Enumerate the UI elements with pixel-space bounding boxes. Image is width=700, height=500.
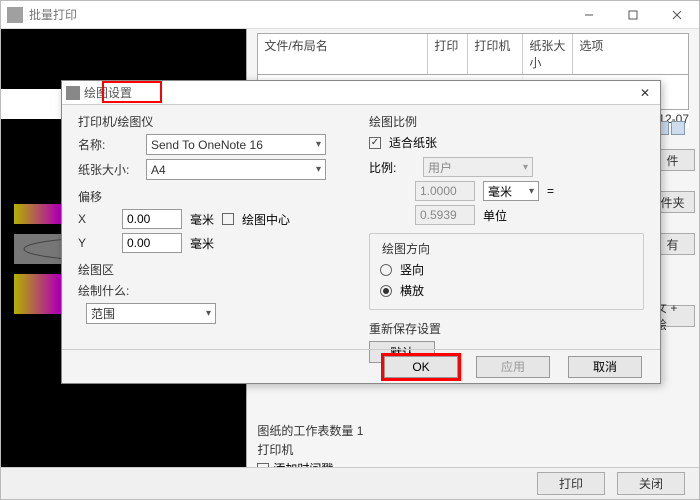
close-button[interactable] (655, 1, 699, 29)
center-checkbox[interactable] (222, 213, 234, 225)
orient-legend: 绘图方向 (380, 240, 432, 257)
ok-button[interactable]: OK (384, 356, 458, 378)
th-printer[interactable]: 打印机 (468, 34, 523, 74)
offset-group-label: 偏移 (78, 188, 353, 205)
minimize-button[interactable] (567, 1, 611, 29)
y-unit: 毫米 (190, 235, 214, 252)
dialog-icon (66, 86, 80, 100)
landscape-radio[interactable] (380, 285, 392, 297)
ratio-label: 比例: (369, 159, 415, 176)
th-print[interactable]: 打印 (428, 34, 468, 74)
titlebar: 批量打印 (1, 1, 699, 29)
cancel-button[interactable]: 取消 (568, 356, 642, 378)
th-file[interactable]: 文件/布局名 (258, 34, 428, 74)
fit-paper-label: 适合纸张 (389, 134, 437, 151)
portrait-radio[interactable] (380, 264, 392, 276)
th-paper[interactable]: 纸张大小 (523, 34, 573, 74)
paper-label: 纸张大小: (78, 161, 138, 178)
side-button-2[interactable]: 件夹 (655, 191, 695, 213)
dialog-close-button[interactable]: ✕ (630, 86, 660, 100)
drawarea-group-label: 绘图区 (78, 261, 353, 278)
window-title: 批量打印 (29, 6, 567, 23)
landscape-label: 横放 (400, 282, 424, 299)
resave-label: 重新保存设置 (369, 320, 644, 337)
name-label: 名称: (78, 136, 138, 153)
paper-select[interactable]: A4 (146, 159, 326, 180)
dialog-titlebar: 绘图设置 ✕ (62, 81, 660, 105)
center-label: 绘图中心 (242, 211, 290, 228)
print-button[interactable]: 打印 (537, 472, 605, 495)
maximize-button[interactable] (611, 1, 655, 29)
y-label: Y (78, 236, 114, 250)
ratio-select: 用户 (423, 157, 533, 177)
dialog-title: 绘图设置 (84, 84, 132, 101)
scale-den-input: 0.5939 (415, 205, 475, 225)
table-header: 文件/布局名 打印 打印机 纸张大小 选项 (257, 33, 689, 75)
fit-paper-checkbox[interactable] (369, 137, 381, 149)
x-input[interactable]: 0.00 (122, 209, 182, 229)
equals-label: = (547, 184, 554, 198)
dialog-footer: OK 应用 取消 (62, 349, 660, 383)
side-buttons: 件 件夹 有 女 + 绘 (655, 121, 695, 327)
side-button-4[interactable]: 女 + 绘 (655, 305, 695, 327)
drawwhat-label: 绘制什么: (78, 282, 138, 299)
printer-group-label: 打印机/绘图仪 (78, 113, 353, 130)
x-label: X (78, 212, 114, 226)
portrait-label: 竖向 (400, 261, 424, 278)
printer-select[interactable]: Send To OneNote 16 (146, 134, 326, 155)
side-button-3[interactable]: 有 (655, 233, 695, 255)
y-input[interactable]: 0.00 (122, 233, 182, 253)
scale-unit-select[interactable]: 毫米 (483, 181, 539, 201)
side-button-1[interactable]: 件 (655, 149, 695, 171)
th-options[interactable]: 选项 (573, 34, 688, 74)
close-button-footer[interactable]: 关闭 (617, 472, 685, 495)
unit-label: 单位 (483, 207, 507, 224)
sheet-count-label: 图纸的工作表数量 1 (257, 422, 689, 439)
x-unit: 毫米 (190, 211, 214, 228)
scale-group-label: 绘图比例 (369, 113, 644, 130)
app-icon (7, 7, 23, 23)
plot-settings-dialog: 绘图设置 ✕ 打印机/绘图仪 名称: Send To OneNote 16 纸张… (61, 80, 661, 384)
scale-num-input: 1.0000 (415, 181, 475, 201)
printer-section-label: 打印机 (257, 441, 689, 458)
apply-button: 应用 (476, 356, 550, 378)
view-icon-2[interactable] (671, 121, 685, 135)
drawwhat-select[interactable]: 范围 (86, 303, 216, 324)
main-footer: 打印 关闭 (1, 467, 699, 499)
